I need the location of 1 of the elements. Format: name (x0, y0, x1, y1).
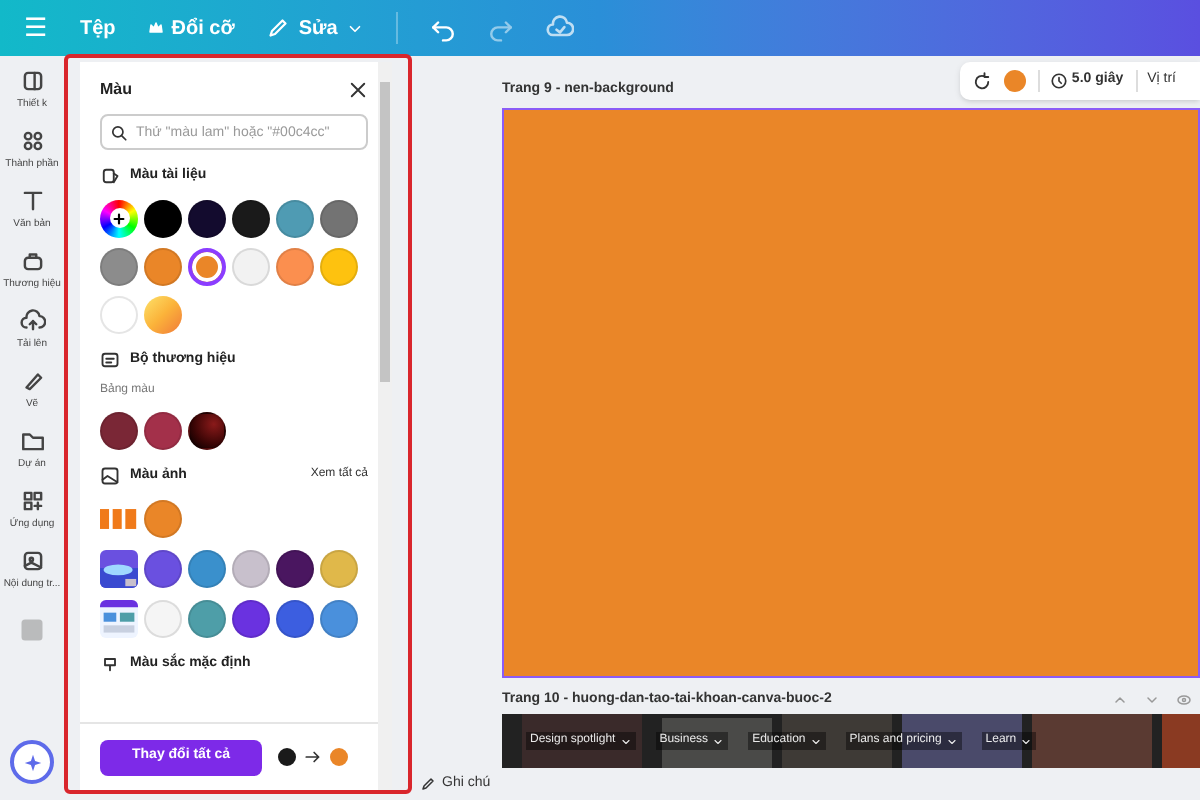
panel-title: Màu (100, 78, 132, 102)
